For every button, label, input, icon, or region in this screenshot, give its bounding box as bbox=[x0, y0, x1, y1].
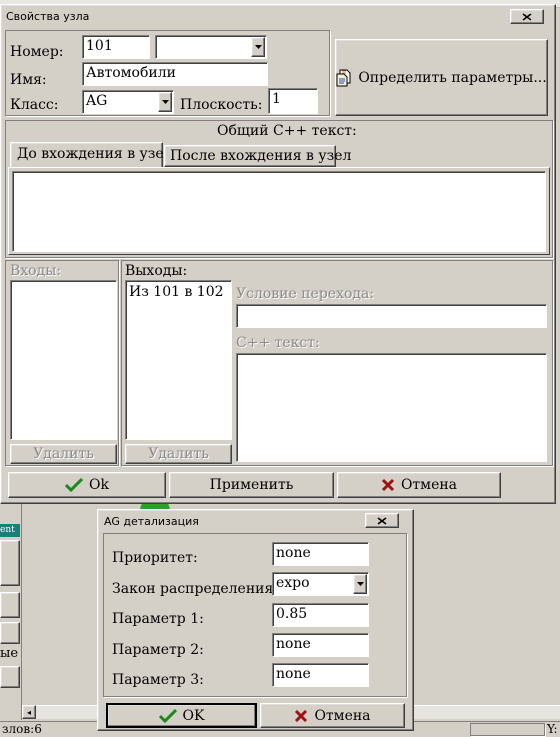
tab-after-entry[interactable]: После вхождения в узел bbox=[164, 145, 351, 167]
chevron-down-icon bbox=[161, 100, 169, 104]
outputs-list[interactable]: Из 101 в 102 bbox=[125, 280, 232, 440]
background-side-tab: ent bbox=[0, 524, 20, 537]
outputs-delete-label: Удалить bbox=[148, 446, 209, 462]
param3-input[interactable]: none bbox=[272, 663, 369, 687]
number-dropdown[interactable] bbox=[155, 35, 267, 59]
define-parameters-label: Определить параметры... bbox=[358, 69, 547, 86]
common-cpp-textarea[interactable] bbox=[12, 171, 546, 252]
priority-input[interactable]: none bbox=[272, 542, 369, 566]
background-side-text: ые bbox=[0, 646, 19, 661]
class-dropdown-value: AG bbox=[86, 93, 108, 109]
apply-button[interactable]: Применить bbox=[169, 472, 334, 498]
ag-cancel-label: Отмена bbox=[314, 707, 371, 724]
cpp-text-label: С++ текст: bbox=[236, 335, 320, 351]
common-cpp-label: Общий С++ текст: bbox=[217, 123, 357, 139]
x-icon bbox=[381, 478, 395, 492]
ok-button[interactable]: Ok bbox=[8, 472, 166, 498]
status-panel bbox=[470, 723, 545, 736]
node-dialog-close-button[interactable] bbox=[510, 9, 544, 24]
inputs-delete-button[interactable]: Удалить bbox=[10, 444, 117, 464]
param2-label: Параметр 2: bbox=[112, 642, 204, 658]
distribution-dropdown-button[interactable] bbox=[353, 574, 367, 594]
param1-label: Параметр 1: bbox=[112, 611, 204, 627]
class-dropdown[interactable]: AG bbox=[82, 90, 174, 114]
ag-ok-button[interactable]: OK bbox=[106, 703, 257, 728]
tab-before-entry[interactable]: До вхождения в узел bbox=[10, 142, 173, 168]
transition-condition-input[interactable] bbox=[236, 304, 547, 328]
status-node-count: злов:6 bbox=[2, 722, 42, 736]
background-side-button[interactable] bbox=[0, 540, 20, 586]
number-label: Номер: bbox=[10, 44, 64, 60]
number-input[interactable]: 101 bbox=[82, 35, 150, 59]
transition-condition-label: Условие перехода: bbox=[236, 286, 375, 302]
ag-dialog-close-button[interactable] bbox=[365, 513, 399, 528]
node-dialog-title: Свойства узла bbox=[6, 10, 90, 23]
checkmark-icon bbox=[65, 478, 84, 492]
cpp-text-textarea[interactable] bbox=[236, 353, 547, 462]
number-dropdown-button[interactable] bbox=[251, 37, 265, 57]
scroll-left-button[interactable]: ◂ bbox=[22, 705, 36, 719]
define-parameters-button[interactable]: Определить параметры... bbox=[335, 39, 548, 116]
name-label: Имя: bbox=[10, 72, 47, 88]
apply-label: Применить bbox=[209, 477, 294, 493]
class-label: Класс: bbox=[10, 97, 59, 113]
x-icon bbox=[295, 709, 308, 722]
background-side-button-2[interactable] bbox=[0, 592, 20, 618]
chevron-down-icon bbox=[254, 45, 262, 49]
close-icon bbox=[377, 516, 387, 525]
chevron-down-icon bbox=[356, 582, 364, 586]
ag-dialog-title: AG детализация bbox=[104, 515, 199, 528]
plane-label: Плоскость: bbox=[180, 97, 263, 113]
outputs-label: Выходы: bbox=[125, 263, 188, 279]
inputs-list[interactable] bbox=[10, 280, 117, 440]
document-icon bbox=[336, 69, 351, 86]
param3-label: Параметр 3: bbox=[112, 672, 204, 688]
inputs-label: Входы: bbox=[10, 263, 62, 279]
param1-input[interactable]: 0.85 bbox=[272, 603, 369, 627]
ag-cancel-button[interactable]: Отмена bbox=[260, 703, 405, 728]
param2-input[interactable]: none bbox=[272, 633, 369, 657]
name-input[interactable]: Автомобили bbox=[82, 62, 268, 86]
outputs-delete-button[interactable]: Удалить bbox=[125, 444, 232, 464]
class-dropdown-button[interactable] bbox=[158, 92, 172, 112]
distribution-dropdown-value: expo bbox=[276, 575, 310, 591]
background-side-button-3[interactable] bbox=[0, 622, 20, 644]
ok-label: Ok bbox=[89, 477, 109, 493]
distribution-label: Закон распределения: bbox=[112, 581, 279, 597]
status-y: Y: bbox=[547, 722, 558, 736]
inputs-delete-label: Удалить bbox=[33, 446, 94, 462]
plane-input[interactable]: 1 bbox=[268, 88, 318, 114]
close-icon bbox=[522, 12, 532, 21]
checkmark-icon bbox=[158, 708, 177, 723]
list-item[interactable]: Из 101 в 102 bbox=[126, 281, 231, 300]
priority-label: Приоритет: bbox=[112, 550, 198, 566]
background-side-button-4[interactable] bbox=[0, 666, 20, 688]
distribution-dropdown[interactable]: expo bbox=[272, 572, 369, 596]
cancel-button[interactable]: Отмена bbox=[337, 472, 501, 498]
ag-ok-label: OK bbox=[182, 707, 205, 724]
cancel-label: Отмена bbox=[400, 477, 458, 493]
